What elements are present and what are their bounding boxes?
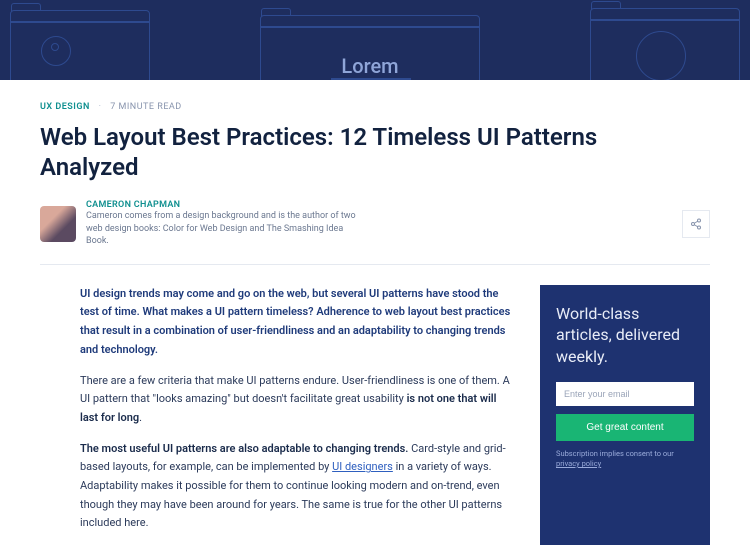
article-p2: There are a few criteria that make UI pa… — [80, 372, 516, 428]
subscribe-button[interactable]: Get great content — [556, 414, 694, 441]
author-bio: Cameron comes from a design background a… — [86, 210, 366, 248]
wireframe-text: Lorem — [341, 54, 398, 78]
author-avatar — [40, 206, 76, 242]
privacy-policy-link[interactable]: privacy policy — [556, 459, 601, 468]
author-name[interactable]: CAMERON CHAPMAN — [86, 200, 366, 210]
category-link[interactable]: UX DESIGN — [40, 102, 90, 112]
author-block: CAMERON CHAPMAN Cameron comes from a des… — [40, 200, 366, 248]
article-title: Web Layout Best Practices: 12 Timeless U… — [40, 122, 600, 182]
article-meta: UX DESIGN · 7 MINUTE READ — [40, 102, 710, 112]
ui-designers-link[interactable]: UI designers — [332, 460, 393, 473]
share-icon — [690, 218, 702, 230]
read-time: 7 MINUTE READ — [110, 102, 182, 112]
article-body: UI design trends may come and go on the … — [40, 285, 516, 545]
newsletter-sidebar: World-class articles, delivered weekly. … — [540, 285, 710, 545]
hero-banner: Lorem — [0, 0, 750, 80]
article-intro: UI design trends may come and go on the … — [80, 285, 516, 360]
share-button[interactable] — [682, 210, 710, 238]
article-p3: The most useful UI patterns are also ada… — [80, 440, 516, 533]
newsletter-heading: World-class articles, delivered weekly. — [556, 303, 694, 368]
newsletter-disclaimer: Subscription implies consent to our priv… — [556, 449, 694, 470]
email-input[interactable] — [556, 382, 694, 406]
